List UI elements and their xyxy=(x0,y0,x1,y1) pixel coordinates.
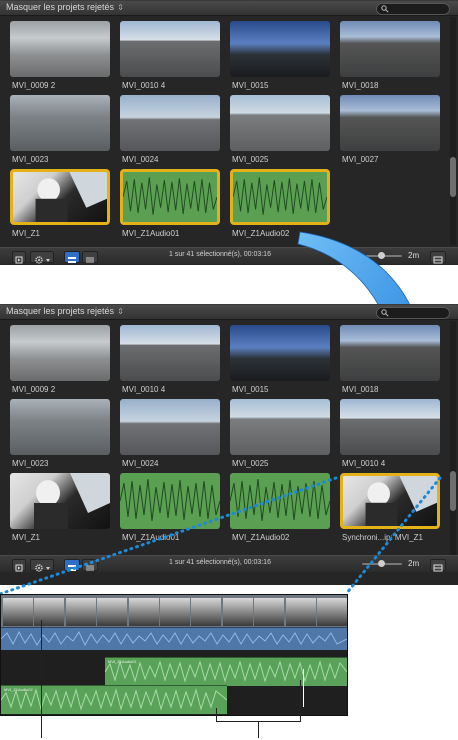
filmstrip-frame xyxy=(285,598,316,626)
waveform xyxy=(1,688,228,711)
skimmer-line xyxy=(303,669,304,707)
audio-clip-label: MVI_Z1Audio02 xyxy=(4,687,33,692)
waveform xyxy=(104,660,347,683)
callout-line-left xyxy=(41,620,42,738)
filmstrip-frame xyxy=(254,598,285,626)
video-filmstrip-track xyxy=(1,595,347,627)
waveform xyxy=(1,630,347,647)
dotted-guide-right xyxy=(344,476,442,596)
filmstrip-frame xyxy=(34,598,65,626)
filmstrip-frame xyxy=(97,598,128,626)
synchronized-clip-timeline: MVI_Z1Audio01 MVI_Z1Audio02 xyxy=(0,594,348,716)
filmstrip-frame xyxy=(128,598,159,626)
callout-bracket-right xyxy=(300,680,301,722)
filmstrip-frame xyxy=(222,598,253,626)
audio-clip-audio02[interactable]: MVI_Z1Audio02 xyxy=(1,685,228,714)
filmstrip-frame xyxy=(65,598,96,626)
dotted-guide-left xyxy=(0,476,338,596)
audio-clip-label: MVI_Z1Audio01 xyxy=(108,659,137,664)
filmstrip-frame xyxy=(160,598,190,626)
filmstrip-frame xyxy=(317,598,347,626)
camera-audio-waveform xyxy=(1,627,347,650)
callout-line-right xyxy=(258,721,259,738)
filmstrip-frame xyxy=(3,598,33,626)
filmstrip-frame xyxy=(191,598,222,626)
audio-clip-audio01[interactable]: MVI_Z1Audio01 xyxy=(104,657,347,686)
callout-bracket-left xyxy=(216,708,217,722)
